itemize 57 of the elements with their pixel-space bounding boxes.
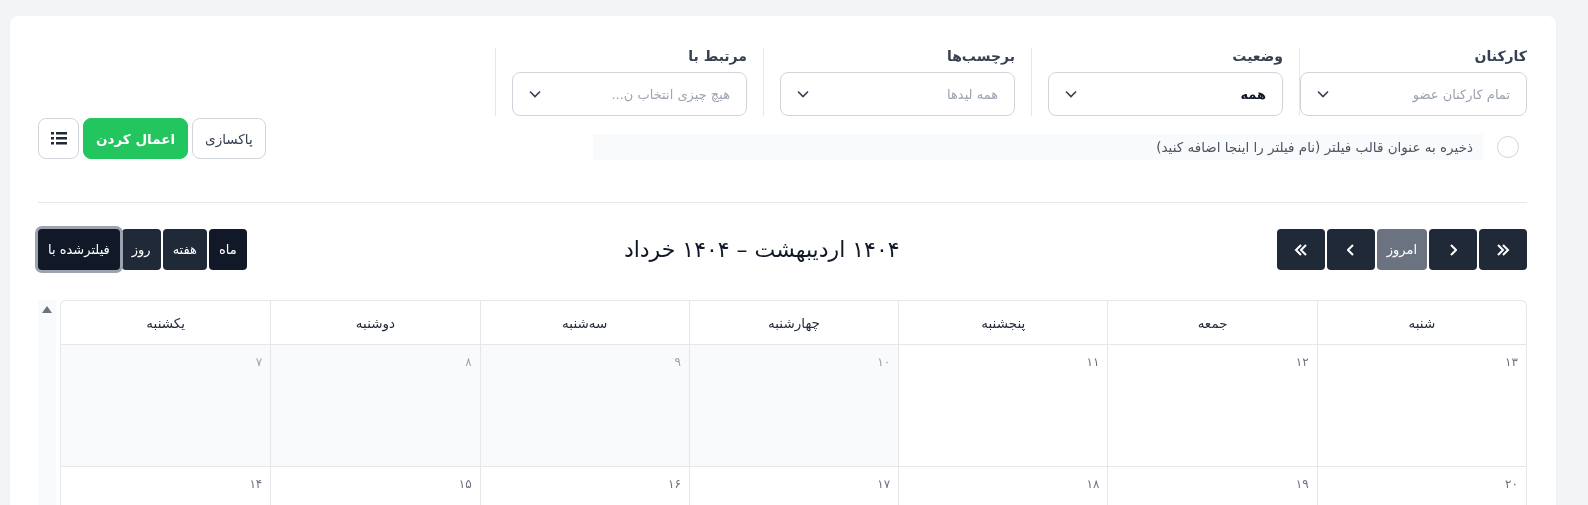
double-chevron-icon xyxy=(1496,243,1510,256)
day-number: ۸ xyxy=(465,355,472,369)
previous-button[interactable] xyxy=(1429,229,1477,270)
day-cell[interactable]: ۱۷ xyxy=(688,467,899,505)
save-template-label: ذخیره به عنوان قالب فیلتر (نام فیلتر را اینجا اضافه کنید) xyxy=(593,134,1483,160)
weekday-header: پنجشنبه xyxy=(898,301,1108,345)
weekday-header: شنبه xyxy=(1316,301,1526,345)
select-field[interactable]: هیچ چیزی انتخاب ن... xyxy=(512,72,747,116)
calendar-title: ۱۴۰۴ اردیبهشت – ۱۴۰۴ خرداد xyxy=(623,237,900,262)
day-number: ۱۹ xyxy=(1295,477,1309,491)
view-tab[interactable]: هفته xyxy=(162,229,207,270)
chevron-down-icon xyxy=(529,90,541,98)
filter-label: کارکنان xyxy=(1473,48,1527,64)
scroll-up-icon xyxy=(42,306,52,313)
day-cell[interactable]: ۱۳ xyxy=(1316,345,1526,467)
double-chevron-icon xyxy=(1293,243,1308,256)
day-number: ۱۲ xyxy=(1295,355,1309,369)
chevron-down-icon xyxy=(1065,90,1077,98)
chevron-down-icon xyxy=(1317,90,1329,98)
day-number: ۱۰ xyxy=(877,355,891,369)
clear-button[interactable]: پاکسازی xyxy=(192,118,266,159)
day-number: ۱۵ xyxy=(458,477,472,491)
today-button[interactable]: امروز xyxy=(1376,229,1427,270)
day-number: ۱۸ xyxy=(1086,477,1100,491)
select-field[interactable]: همه xyxy=(1048,72,1283,116)
filtered-toggle-button[interactable]: فیلترشده با xyxy=(38,229,120,270)
chevron-down-icon xyxy=(797,90,809,98)
day-cell[interactable]: ۱۵ xyxy=(270,467,480,505)
day-number: ۲۰ xyxy=(1505,477,1518,491)
day-cell[interactable]: ۱۶ xyxy=(479,467,689,505)
day-number: ۱۷ xyxy=(877,477,891,491)
next-year-button[interactable] xyxy=(1276,229,1325,270)
list-button[interactable] xyxy=(38,118,79,159)
day-number: ۱۱ xyxy=(1086,355,1100,369)
day-cell[interactable]: ۱۲ xyxy=(1107,345,1317,467)
weekday-header: جمعه xyxy=(1107,301,1317,345)
previous-year-button[interactable] xyxy=(1479,229,1527,270)
view-tab[interactable]: روز xyxy=(121,229,161,270)
day-number: ۱۴ xyxy=(249,477,263,491)
day-number: ۱۳ xyxy=(1505,355,1518,369)
day-cell[interactable]: ۱۹ xyxy=(1107,467,1317,505)
view-tab[interactable]: ماه xyxy=(208,229,247,270)
day-cell[interactable]: ۱۸ xyxy=(898,467,1108,505)
day-cell[interactable]: ۲۰ xyxy=(1316,467,1526,505)
select-field[interactable]: تمام کارکنان عضو xyxy=(1300,72,1527,116)
day-number: ۹ xyxy=(674,355,681,369)
next-button[interactable] xyxy=(1326,229,1375,270)
chevron-icon xyxy=(1346,243,1355,256)
list-icon xyxy=(50,132,67,145)
filter-label: برچسب‌ها xyxy=(945,48,1015,64)
day-number: ۷ xyxy=(255,355,263,369)
filter-label: وضعیت xyxy=(1231,48,1283,64)
chevron-icon xyxy=(1449,243,1457,256)
filter-label: مرتبط با xyxy=(687,48,747,64)
select-field[interactable]: همه لیدها xyxy=(780,72,1015,116)
day-cell[interactable]: ۱۴ xyxy=(61,467,271,505)
day-number: ۱۶ xyxy=(667,477,681,491)
